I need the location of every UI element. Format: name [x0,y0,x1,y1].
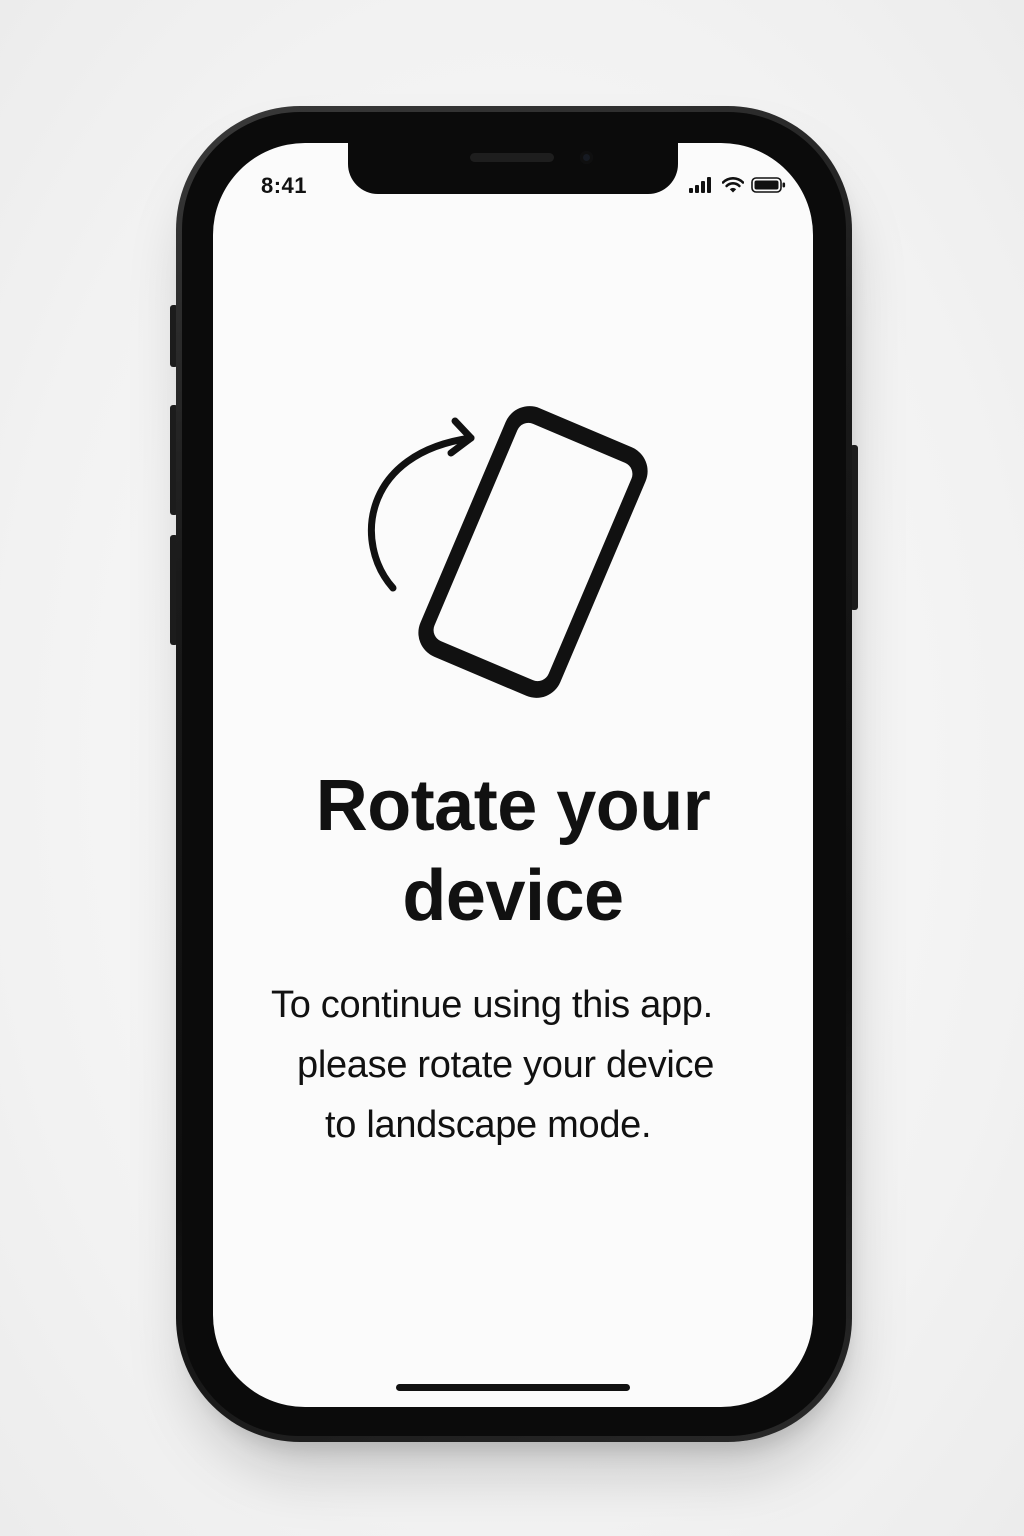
earpiece-speaker [470,153,554,162]
stage: 8:41 Rotate your device To continue usin… [0,0,1024,1536]
wifi-icon [722,177,744,193]
status-icons [689,177,787,193]
front-camera [580,151,593,164]
notch [348,143,678,194]
rotate-illustration [353,393,673,723]
battery-icon [751,177,787,193]
rotate-message: To continue using this app. please rotat… [213,975,813,1155]
home-indicator[interactable] [396,1384,630,1391]
message-line: please rotate your device [297,1044,715,1086]
phone-screen: 8:41 Rotate your device To continue usin… [213,143,813,1407]
status-time: 8:41 [261,173,308,198]
title-line: Rotate your [315,766,711,846]
cellular-signal-icon [689,177,715,193]
message-line: to landscape mode. [325,1104,652,1146]
title-line: device [402,856,624,936]
page-title: Rotate your device [213,761,813,941]
message-line: To continue using this app. [271,984,713,1026]
